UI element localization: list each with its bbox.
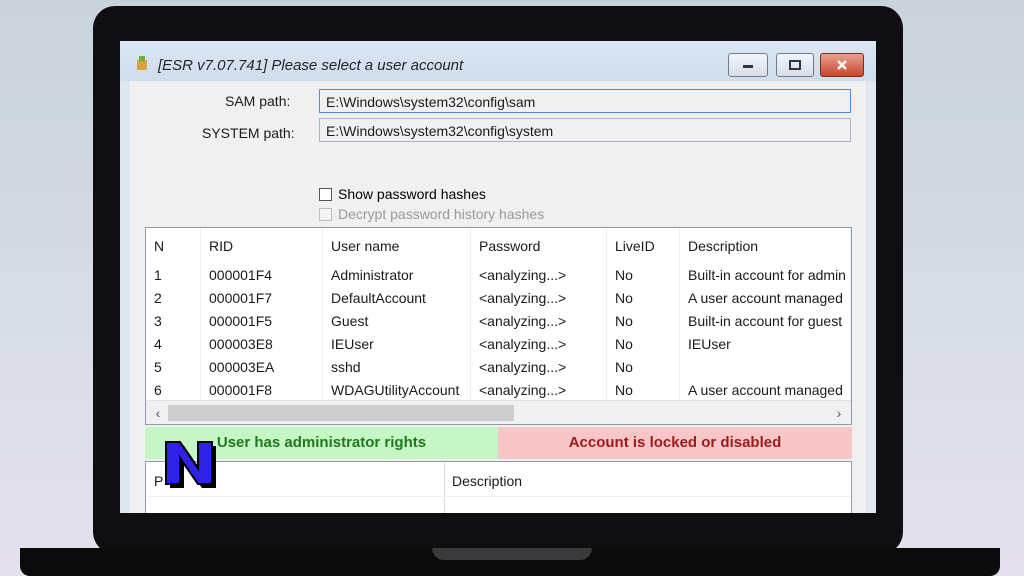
accounts-table[interactable]: N RID User name Password LiveID Descript… xyxy=(145,227,852,425)
cell-username: Guest xyxy=(323,310,471,333)
cell-password: <analyzing...> xyxy=(471,310,607,333)
cell-description: Built-in account for admin xyxy=(680,264,851,287)
minimize-icon xyxy=(743,65,753,68)
sam-path-field[interactable]: E:\Windows\system32\config\sam xyxy=(319,89,851,113)
show-hashes-label: Show password hashes xyxy=(338,186,486,202)
cell-liveid: No xyxy=(607,310,680,333)
scroll-right-icon[interactable]: › xyxy=(829,403,849,423)
cell-password: <analyzing...> xyxy=(471,264,607,287)
table-row[interactable]: 6 000001F8 WDAGUtilityAccount <analyzing...… xyxy=(146,379,851,402)
cell-password: <analyzing...> xyxy=(471,379,607,402)
minimize-button[interactable] xyxy=(728,53,768,77)
column-header-n[interactable]: N xyxy=(146,228,201,264)
cell-n: 5 xyxy=(146,356,201,379)
column-header-description[interactable]: Description xyxy=(680,228,851,264)
app-icon xyxy=(137,56,147,70)
column-header-rid[interactable]: RID xyxy=(201,228,323,264)
cell-description xyxy=(680,356,851,379)
cell-password: <analyzing...> xyxy=(471,356,607,379)
cell-username: IEUser xyxy=(323,333,471,356)
system-path-field[interactable]: E:\Windows\system32\config\system xyxy=(319,118,851,142)
scroll-left-icon[interactable]: ‹ xyxy=(148,403,168,423)
cell-rid: 000001F8 xyxy=(201,379,323,402)
cell-username: DefaultAccount xyxy=(323,287,471,310)
cell-n: 6 xyxy=(146,379,201,402)
table-row[interactable]: 3 000001F5 Guest <analyzing...> No Built-in a… xyxy=(146,310,851,333)
cell-liveid: No xyxy=(607,287,680,310)
decrypt-history-label: Decrypt password history hashes xyxy=(338,206,545,222)
decrypt-history-checkbox: Decrypt password history hashes xyxy=(319,206,544,222)
cell-rid: 000001F4 xyxy=(201,264,323,287)
cell-rid: 000003E8 xyxy=(201,333,323,356)
maximize-button[interactable] xyxy=(776,53,814,77)
cell-n: 1 xyxy=(146,264,201,287)
dialog-body: SAM path: E:\Windows\system32\config\sam… xyxy=(130,81,866,513)
scrollbar-thumb[interactable] xyxy=(168,405,514,421)
laptop-notch xyxy=(432,548,592,560)
account-details-table[interactable]: P Description xyxy=(145,461,852,513)
cell-liveid: No xyxy=(607,264,680,287)
table-row[interactable]: 2 000001F7 DefaultAccount <analyzing...> No A… xyxy=(146,287,851,310)
table-header: N RID User name Password LiveID Descript… xyxy=(146,228,851,264)
cell-n: 4 xyxy=(146,333,201,356)
table-row[interactable]: 1 000001F4 Administrator <analyzing...> No Bu… xyxy=(146,264,851,287)
table-row[interactable]: 5 000003EA sshd <analyzing...> No xyxy=(146,356,851,379)
checkbox-box[interactable] xyxy=(319,187,332,201)
horizontal-scrollbar[interactable]: ‹ › xyxy=(146,400,851,424)
cell-liveid: No xyxy=(607,379,680,402)
table-row[interactable]: 4 000003E8 IEUser <analyzing...> No IEUser xyxy=(146,333,851,356)
cell-liveid: No xyxy=(607,356,680,379)
cell-username: sshd xyxy=(323,356,471,379)
cell-liveid: No xyxy=(607,333,680,356)
cell-username: WDAGUtilityAccount xyxy=(323,379,471,402)
column-divider xyxy=(444,462,445,513)
column-header-password[interactable]: Password xyxy=(471,228,607,264)
cell-rid: 000001F7 xyxy=(201,287,323,310)
close-icon xyxy=(837,60,847,70)
dialog-window: [ESR v7.07.741] Please select a user acc… xyxy=(120,41,876,513)
row-divider xyxy=(146,496,851,497)
checkbox-box xyxy=(319,207,332,221)
cell-password: <analyzing...> xyxy=(471,333,607,356)
column-header-username[interactable]: User name xyxy=(323,228,471,264)
system-path-label: SYSTEM path: xyxy=(202,125,295,141)
cell-rid: 000001F5 xyxy=(201,310,323,333)
close-button[interactable] xyxy=(820,53,864,77)
window-title: [ESR v7.07.741] Please select a user acc… xyxy=(158,57,464,74)
cell-password: <analyzing...> xyxy=(471,287,607,310)
cell-n: 3 xyxy=(146,310,201,333)
cell-description: IEUser xyxy=(680,333,851,356)
cell-description: A user account managed xyxy=(680,379,851,402)
locked-account-legend: Account is locked or disabled xyxy=(498,427,852,459)
sam-path-label: SAM path: xyxy=(225,93,291,109)
cell-description: A user account managed xyxy=(680,287,851,310)
show-hashes-checkbox[interactable]: Show password hashes xyxy=(319,186,486,202)
cell-description: Built-in account for guest xyxy=(680,310,851,333)
maximize-icon xyxy=(789,60,801,70)
cell-username: Administrator xyxy=(323,264,471,287)
cell-rid: 000003EA xyxy=(201,356,323,379)
logo-n-icon xyxy=(165,441,216,488)
cell-n: 2 xyxy=(146,287,201,310)
column-header-liveid[interactable]: LiveID xyxy=(607,228,680,264)
title-bar[interactable]: [ESR v7.07.741] Please select a user acc… xyxy=(120,41,876,81)
details-column-description[interactable]: Description xyxy=(452,473,522,489)
screen: [ESR v7.07.741] Please select a user acc… xyxy=(120,41,876,513)
